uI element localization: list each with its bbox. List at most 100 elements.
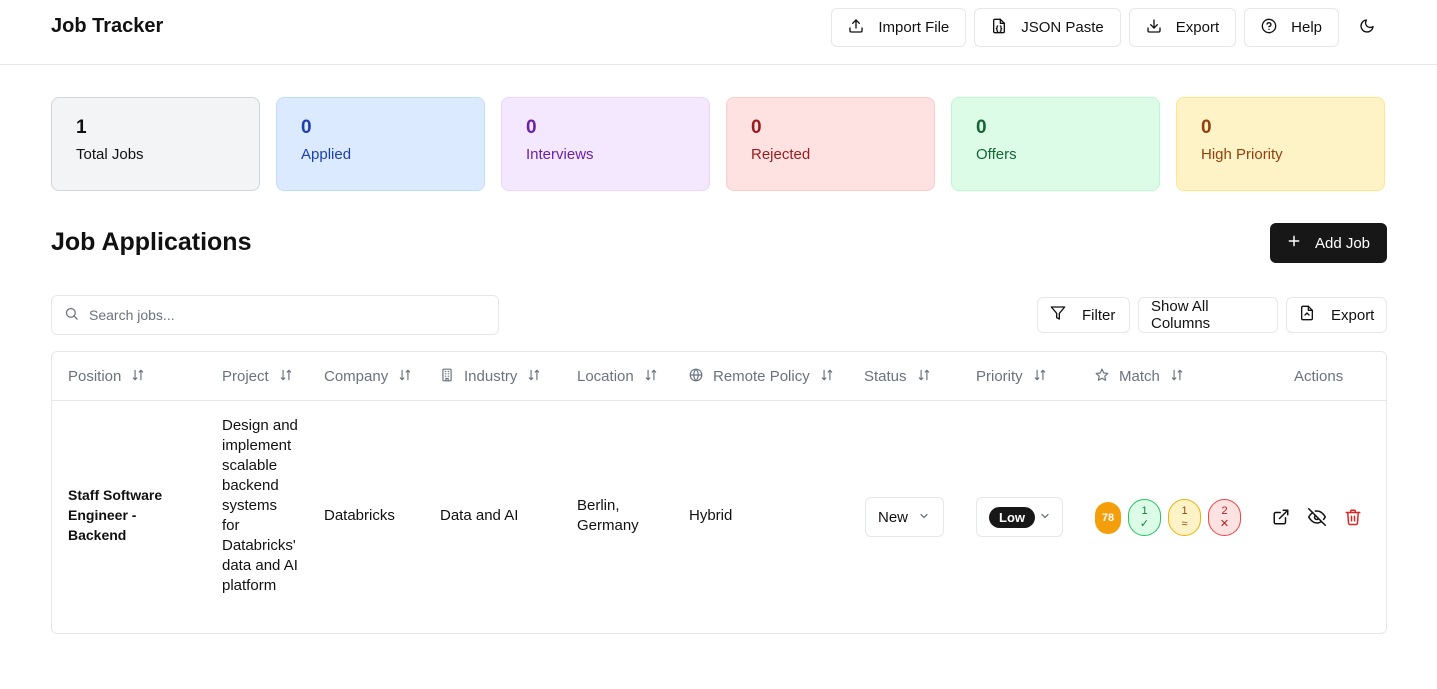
search-input[interactable] <box>89 307 486 323</box>
eye-off-icon[interactable] <box>1308 508 1326 529</box>
column-label: Project <box>222 368 269 385</box>
match-met-chip[interactable]: 1 ✓ <box>1128 499 1161 536</box>
sort-icon <box>398 368 412 386</box>
search-box <box>51 295 499 335</box>
add-job-button[interactable]: Add Job <box>1270 223 1387 263</box>
chevron-down-icon <box>918 509 930 525</box>
column-header-priority[interactable]: Priority <box>976 352 1047 401</box>
column-label: Industry <box>464 368 518 385</box>
filter-label: Filter <box>1082 306 1116 324</box>
column-label: Company <box>324 368 389 385</box>
row-actions <box>1272 508 1362 529</box>
file-export-icon <box>1299 305 1315 325</box>
sort-icon <box>279 368 293 386</box>
table-row[interactable]: Staff Software Engineer - Backend Design… <box>52 401 1386 633</box>
external-link-icon[interactable] <box>1272 508 1290 529</box>
cell-location: Berlin, Germany <box>577 497 639 534</box>
met-count: 1 <box>1141 504 1148 517</box>
help-label: Help <box>1291 19 1322 36</box>
match-missing-chip[interactable]: 2 ✕ <box>1208 499 1241 536</box>
chevron-down-icon <box>1039 509 1051 525</box>
trash-icon[interactable] <box>1344 508 1362 529</box>
column-label: Match <box>1119 368 1160 385</box>
sort-icon <box>131 368 145 386</box>
app-header: Job Tracker Import File JSON Paste Expor… <box>0 0 1437 65</box>
add-job-label: Add Job <box>1314 234 1371 252</box>
jobs-table: Position Project Company Industry Locati… <box>51 351 1387 634</box>
header-actions: Import File JSON Paste Export Help <box>831 8 1387 47</box>
sort-icon <box>1170 368 1184 386</box>
table-toolbar: Filter Show All Columns Export <box>1037 297 1387 333</box>
import-file-button[interactable]: Import File <box>831 8 967 47</box>
theme-toggle-button[interactable] <box>1347 8 1387 47</box>
stat-interviews: 0 Interviews <box>501 97 710 191</box>
json-file-icon <box>991 18 1007 38</box>
cell-remote-policy: Hybrid <box>689 507 733 524</box>
priority-select[interactable]: Low <box>976 497 1063 537</box>
json-paste-button[interactable]: JSON Paste <box>974 8 1121 47</box>
column-label: Status <box>864 368 907 385</box>
help-circle-icon <box>1261 18 1277 38</box>
cell-position: Staff Software Engineer - Backend <box>68 487 163 543</box>
column-header-position[interactable]: Position <box>68 352 145 401</box>
table-export-label: Export <box>1331 306 1375 324</box>
priority-badge: Low <box>989 506 1035 528</box>
upload-icon <box>848 18 864 38</box>
stat-rejected: 0 Rejected <box>726 97 935 191</box>
download-icon <box>1146 18 1162 38</box>
stat-label: Interviews <box>526 146 594 163</box>
stat-high-priority: 0 High Priority <box>1176 97 1385 191</box>
column-header-status[interactable]: Status <box>864 352 931 401</box>
moon-icon <box>1359 18 1375 37</box>
filter-button[interactable]: Filter <box>1037 297 1130 333</box>
building-icon <box>440 368 454 386</box>
check-icon: ✓ <box>1139 517 1150 530</box>
approx-icon: ≈ <box>1181 517 1188 530</box>
column-label: Position <box>68 368 122 385</box>
stat-label: Rejected <box>751 146 811 163</box>
filter-icon <box>1050 305 1066 325</box>
column-header-company[interactable]: Company <box>324 352 412 401</box>
stat-value: 0 <box>976 117 987 138</box>
json-paste-label: JSON Paste <box>1021 19 1104 36</box>
search-icon <box>64 306 79 324</box>
column-label: Actions <box>1294 368 1344 385</box>
match-score-badge: 78 <box>1095 501 1121 534</box>
stat-offers: 0 Offers <box>951 97 1160 191</box>
table-header: Position Project Company Industry Locati… <box>52 352 1386 401</box>
column-header-actions: Actions <box>1294 352 1343 401</box>
stat-label: High Priority <box>1201 146 1283 163</box>
stat-value: 0 <box>751 117 762 138</box>
star-icon <box>1095 368 1109 386</box>
help-button[interactable]: Help <box>1244 8 1339 47</box>
column-header-industry[interactable]: Industry <box>440 352 541 401</box>
stat-total-jobs: 1 Total Jobs <box>51 97 260 191</box>
column-header-remote-policy[interactable]: Remote Policy <box>689 352 834 401</box>
globe-icon <box>689 368 703 386</box>
match-indicators: 78 1 ✓ 1 ≈ 2 ✕ <box>1095 499 1241 536</box>
stat-label: Offers <box>976 146 1017 163</box>
export-button[interactable]: Export <box>1128 8 1237 47</box>
status-value: New <box>878 508 909 526</box>
sort-icon <box>527 368 541 386</box>
sort-icon <box>820 368 834 386</box>
app-title: Job Tracker <box>51 15 164 37</box>
column-header-location[interactable]: Location <box>577 352 658 401</box>
table-export-button[interactable]: Export <box>1286 297 1387 333</box>
stat-label: Applied <box>301 146 352 163</box>
match-partial-chip[interactable]: 1 ≈ <box>1168 499 1201 536</box>
show-all-columns-label: Show All Columns <box>1151 298 1211 332</box>
missing-count: 2 <box>1221 504 1228 517</box>
status-select[interactable]: New <box>865 497 944 537</box>
sort-icon <box>1033 368 1047 386</box>
section-title: Job Applications <box>51 228 252 256</box>
show-all-columns-button[interactable]: Show All Columns <box>1138 297 1278 333</box>
cell-industry: Data and AI <box>440 507 519 524</box>
stat-value: 0 <box>301 117 312 138</box>
column-header-project[interactable]: Project <box>222 352 293 401</box>
column-header-match[interactable]: Match <box>1095 352 1184 401</box>
sort-icon <box>917 368 931 386</box>
partial-count: 1 <box>1181 504 1188 517</box>
cell-company: Databricks <box>324 507 395 524</box>
x-icon: ✕ <box>1219 517 1230 530</box>
